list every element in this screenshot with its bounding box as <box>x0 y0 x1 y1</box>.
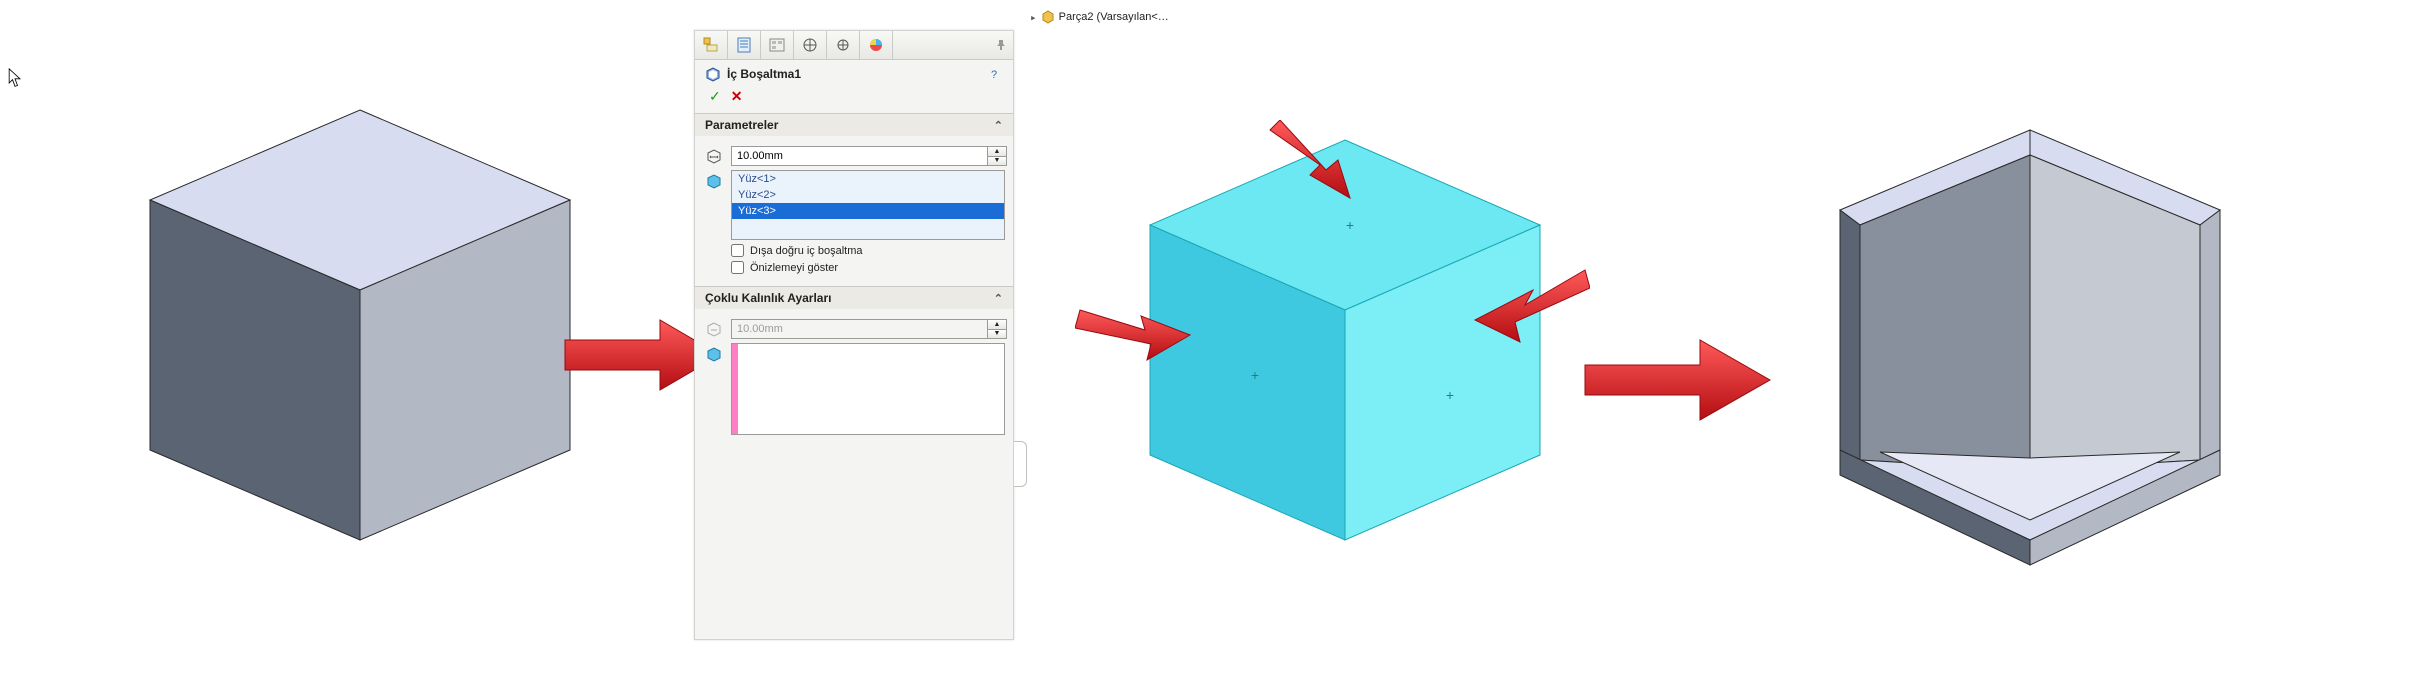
spinner-down-icon[interactable]: ▼ <box>988 156 1006 166</box>
multi-faces-list[interactable] <box>731 343 1005 435</box>
part-icon <box>1041 10 1055 24</box>
chevron-up-icon: ⌃ <box>994 119 1003 132</box>
cube-after <box>1780 100 2280 600</box>
tab-display[interactable] <box>827 31 860 59</box>
cursor-icon <box>8 68 22 88</box>
shell-feature-icon <box>705 66 721 82</box>
checkbox-shell-outward[interactable] <box>731 244 744 257</box>
pm-title: İç Boşaltma1 <box>727 67 801 81</box>
pin-icon[interactable] <box>995 39 1007 51</box>
section-multi-thickness-body: ▲ ▼ <box>695 309 1013 449</box>
panel-drag-handle[interactable] <box>1014 441 1027 487</box>
multi-thickness-spinner[interactable]: ▲ ▼ <box>987 320 1006 338</box>
selection-mark-icon: + <box>1346 217 1354 233</box>
breadcrumb-part-name[interactable]: Parça2 (Varsayılan<… <box>1059 11 1169 23</box>
faces-list[interactable]: Yüz<1> Yüz<2> Yüz<3> <box>731 170 1005 240</box>
faces-list-item[interactable]: Yüz<3> <box>732 203 1004 219</box>
tab-feature-tree[interactable] <box>695 31 728 59</box>
tab-config[interactable] <box>761 31 794 59</box>
cube-selected: + + + <box>1130 130 1560 570</box>
pm-confirm-row: ✓ ✕ <box>695 84 1013 113</box>
thickness-spinner[interactable]: ▲ ▼ <box>987 147 1006 165</box>
thickness-icon <box>703 146 725 165</box>
breadcrumb: ▸ Parça2 (Varsayılan<… <box>1030 10 1169 24</box>
thickness-icon <box>703 319 725 338</box>
selection-mark-icon: + <box>1251 367 1259 383</box>
faces-list-item[interactable]: Yüz<1> <box>732 171 1004 187</box>
tab-dimxpert[interactable] <box>794 31 827 59</box>
thickness-input[interactable]: ▲ ▼ <box>731 146 1007 166</box>
cancel-button[interactable]: ✕ <box>731 88 743 105</box>
section-parametreler-header[interactable]: Parametreler ⌃ <box>695 113 1013 136</box>
pm-tabs <box>695 31 1013 60</box>
section-parametreler-label: Parametreler <box>705 118 778 132</box>
ok-button[interactable]: ✓ <box>709 88 721 105</box>
multi-faces-icon <box>703 343 725 362</box>
chevron-up-icon: ⌃ <box>994 292 1003 305</box>
spinner-up-icon[interactable]: ▲ <box>988 147 1006 156</box>
tab-appearances[interactable] <box>860 31 893 59</box>
pm-title-row: İç Boşaltma1 <box>695 60 1013 84</box>
multi-thickness-input-field[interactable] <box>732 320 987 338</box>
section-multi-thickness-label: Çoklu Kalınlık Ayarları <box>705 291 832 305</box>
help-icon[interactable]: ? <box>991 69 1005 83</box>
thickness-input-field[interactable] <box>732 147 987 165</box>
spinner-down-icon[interactable]: ▼ <box>988 329 1006 339</box>
selection-mark-icon: + <box>1446 387 1454 403</box>
tab-properties[interactable] <box>728 31 761 59</box>
cube-before <box>130 100 590 570</box>
section-parametreler-body: ▲ ▼ Yüz<1> Yüz<2> Yüz<3> <box>695 136 1013 286</box>
multi-thickness-input[interactable]: ▲ ▼ <box>731 319 1007 339</box>
checkbox-show-preview[interactable] <box>731 261 744 274</box>
arrow-2 <box>1580 320 1780 440</box>
faces-list-item[interactable]: Yüz<2> <box>732 187 1004 203</box>
property-manager-panel: İç Boşaltma1 ? ✓ ✕ Parametreler ⌃ ▲ <box>694 30 1014 640</box>
spinner-up-icon[interactable]: ▲ <box>988 320 1006 329</box>
faces-to-remove-icon <box>703 170 725 189</box>
checkbox-shell-outward-label: Dışa doğru iç boşaltma <box>750 245 863 257</box>
checkbox-show-preview-label: Önizlemeyi göster <box>750 262 838 274</box>
section-multi-thickness-header[interactable]: Çoklu Kalınlık Ayarları ⌃ <box>695 286 1013 309</box>
chevron-right-icon[interactable]: ▸ <box>1030 11 1037 24</box>
